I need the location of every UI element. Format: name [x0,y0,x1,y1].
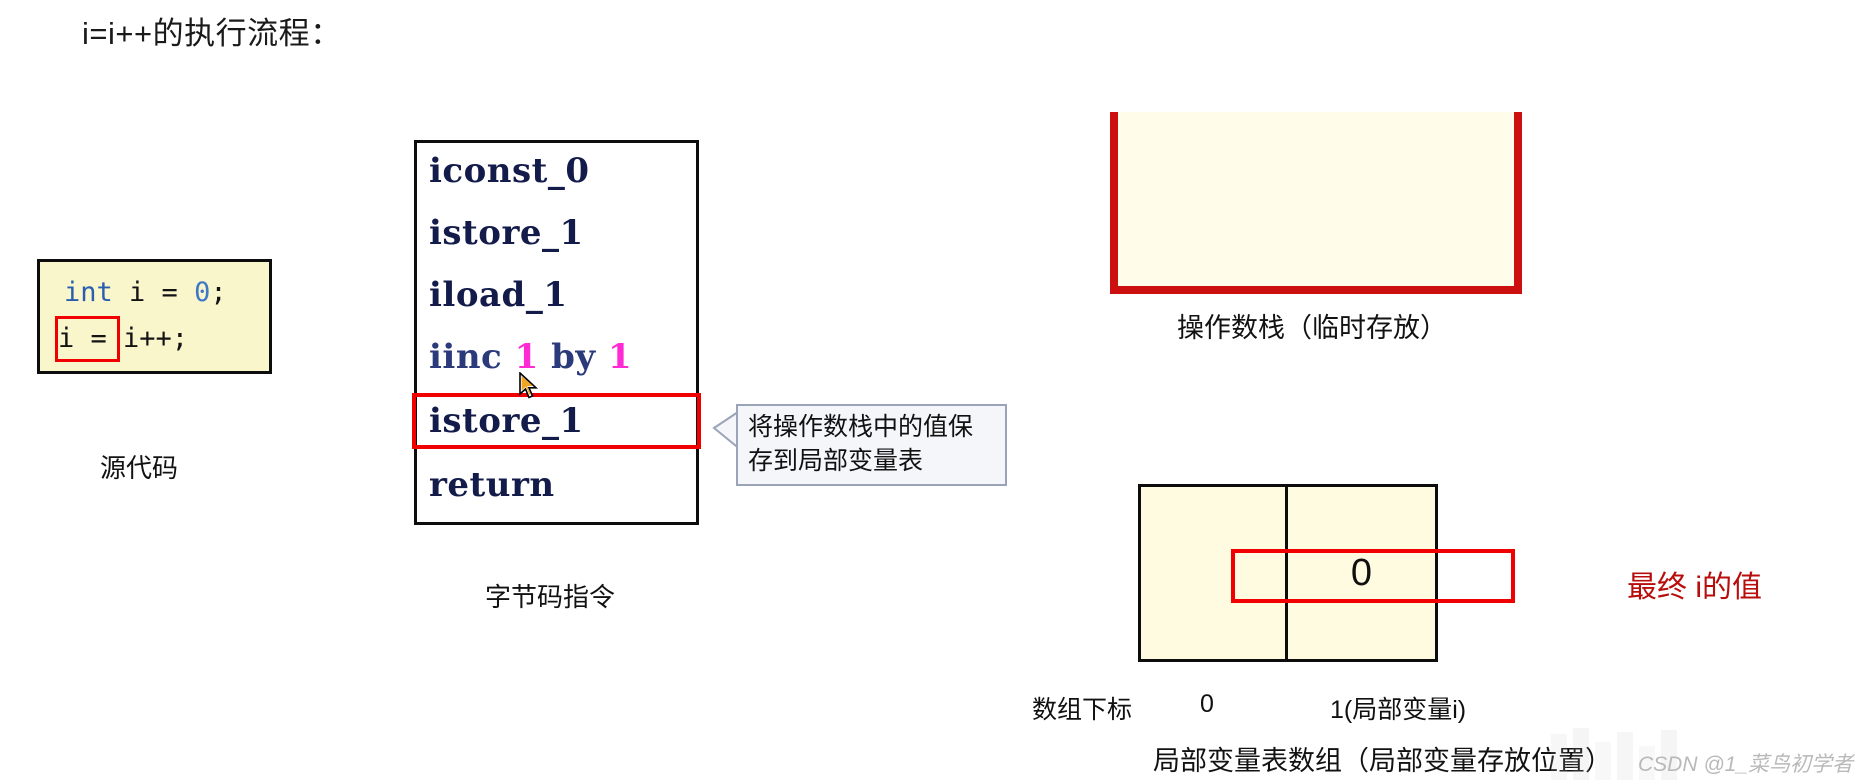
bytecode-instruction-5: return [429,465,555,505]
bytecode-iinc-by: by [551,337,596,377]
watermark-text: CSDN @1_菜鸟初学者 [1638,753,1854,776]
array-index-axis-label: 数组下标 [1032,696,1133,724]
local-variable-table-caption: 局部变量表数组（局部变量存放位置） [1153,746,1612,776]
callout-text-line-2: 存到局部变量表 [748,447,924,475]
source-line-1-middle: i = [112,277,195,308]
keyword-int: int [64,277,113,308]
local-variable-highlight-rect [1231,549,1515,603]
bytecode-instruction-1: istore_1 [429,213,584,253]
bytecode-instruction-2: iload_1 [429,275,568,315]
array-index-label-1: 1(局部变量i) [1330,696,1467,724]
page-title: i=i++的执行流程： [82,16,342,51]
callout-text-line-1: 将操作数栈中的值保 [748,413,974,441]
bytecode-instruction-3: iinc 1 by 1 [429,337,632,377]
source-code-box: int i = 0; i = i++; [37,259,272,374]
bytecode-iinc-op: iinc [429,337,503,377]
bytecode-iinc-arg1: 1 [514,337,539,377]
array-index-label-0: 0 [1200,690,1214,718]
bytecode-highlight-rect [412,393,701,449]
bytecode-instruction-0: iconst_0 [429,151,590,191]
operand-stack-caption: 操作数栈（临时存放） [1177,313,1447,343]
bytecode-box: iconst_0 istore_1 iload_1 iinc 1 by 1 is… [414,140,699,525]
final-value-annotation: 最终 i的值 [1627,571,1762,604]
literal-zero: 0 [194,277,211,308]
source-code-caption: 源代码 [100,453,179,483]
source-line-1-semicolon: ; [210,277,227,308]
callout-text: 将操作数栈中的值保 存到局部变量表 [748,410,1003,478]
source-code-line-1: int i = 0; [64,277,227,308]
callout-bubble: 将操作数栈中的值保 存到局部变量表 [712,404,1007,486]
operand-stack-container [1110,112,1522,294]
source-line-2-increment: i++; [123,323,189,354]
bytecode-iinc-arg2: 1 [608,337,633,377]
bytecode-caption: 字节码指令 [485,582,616,612]
source-highlight-rect [55,316,120,362]
